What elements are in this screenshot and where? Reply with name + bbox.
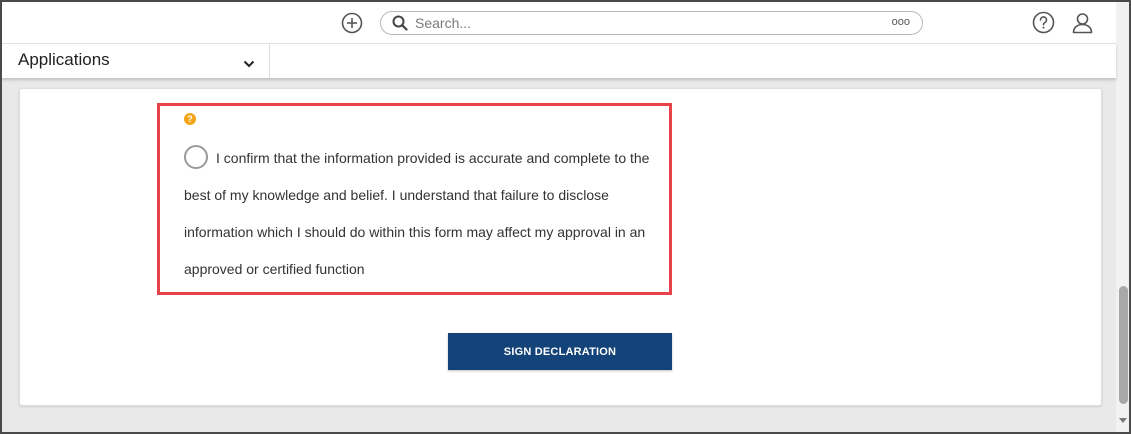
search-input[interactable] bbox=[415, 14, 855, 32]
help-icon[interactable] bbox=[1032, 11, 1055, 34]
search-icon bbox=[392, 15, 408, 31]
user-profile-icon[interactable] bbox=[1071, 11, 1094, 34]
top-navigation-bar: ooo bbox=[2, 2, 1116, 44]
scrollbar-thumb[interactable] bbox=[1119, 286, 1128, 404]
sign-declaration-button[interactable]: SIGN DECLARATION bbox=[448, 333, 672, 370]
scroll-down-arrow-icon[interactable] bbox=[1119, 418, 1127, 423]
search-options-icon[interactable]: ooo bbox=[892, 16, 910, 28]
declaration-statement: I confirm that the information provided … bbox=[184, 150, 650, 277]
app-window: ooo Applications ? bbox=[0, 0, 1131, 434]
applications-dropdown-label: Applications bbox=[18, 50, 110, 69]
add-icon[interactable] bbox=[341, 12, 363, 34]
secondary-navigation-bar: Applications bbox=[2, 44, 1116, 78]
chevron-down-icon bbox=[243, 56, 255, 68]
page-scrollbar[interactable] bbox=[1116, 2, 1129, 432]
search-bar: ooo bbox=[380, 11, 923, 35]
applications-dropdown[interactable]: Applications bbox=[2, 44, 270, 78]
question-help-icon[interactable]: ? bbox=[184, 113, 196, 125]
